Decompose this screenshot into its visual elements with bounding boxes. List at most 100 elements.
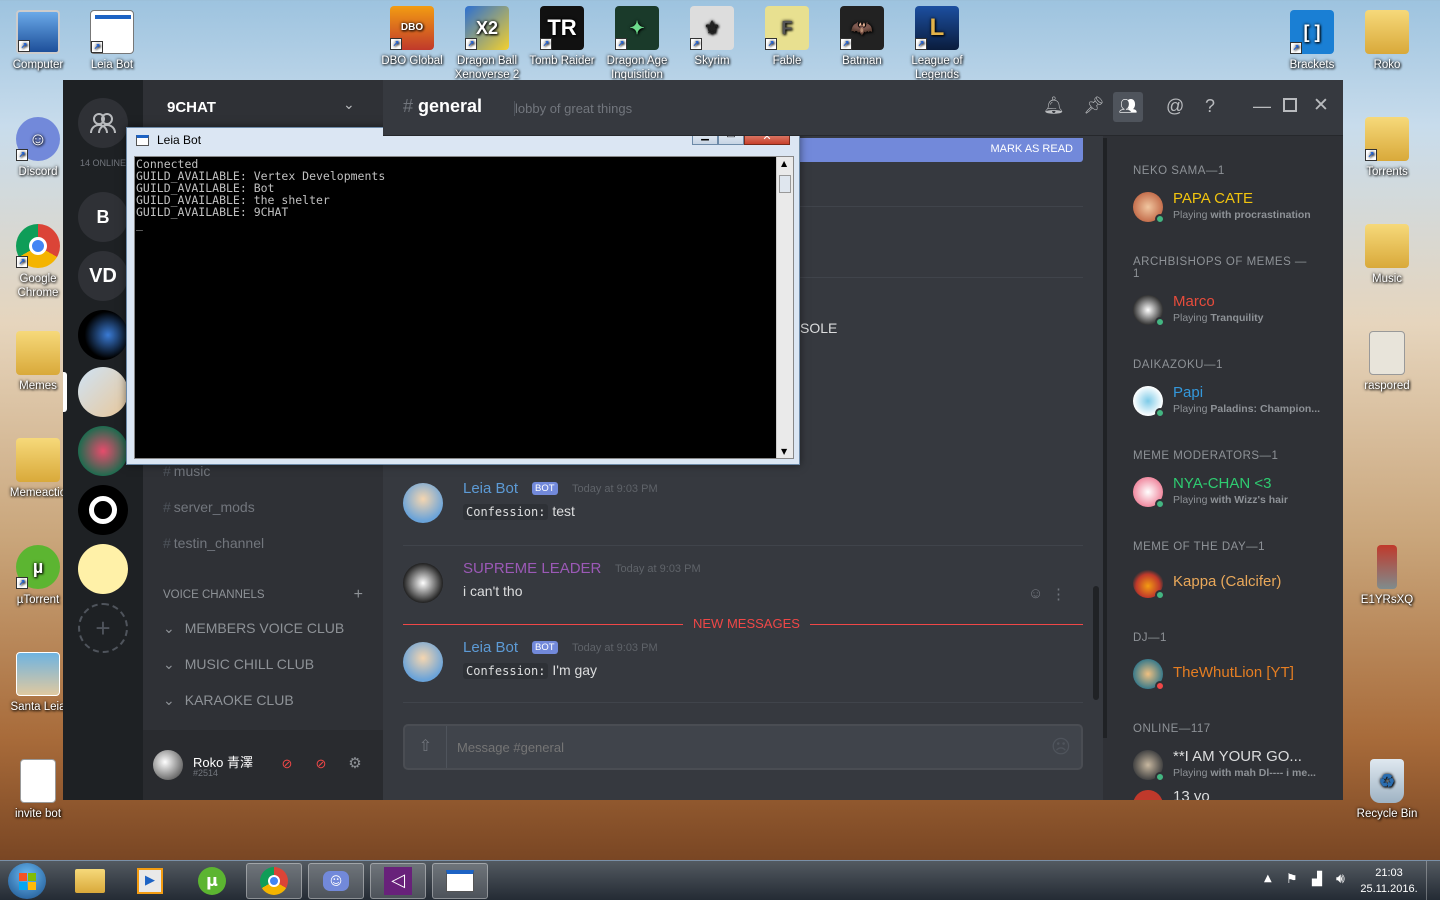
- taskbar-visual-studio[interactable]: ◁: [370, 863, 426, 899]
- desktop-icon-e1yrsxq[interactable]: E1YRsXQ: [1349, 545, 1425, 607]
- maximize-icon[interactable]: [1283, 98, 1297, 112]
- taskbar-discord[interactable]: ☺: [308, 863, 364, 899]
- volume-icon[interactable]: 🔊︎: [1336, 871, 1345, 887]
- guild-icon-heart[interactable]: [78, 426, 128, 476]
- desktop-icon-raspored[interactable]: raspored: [1349, 331, 1425, 393]
- guild-icon-cat[interactable]: [78, 544, 128, 594]
- member-row[interactable]: PAPA CATE Playing with procrastination: [1133, 188, 1333, 226]
- avatar[interactable]: [403, 483, 443, 523]
- desktop-icon-fable[interactable]: F ↗ Fable: [749, 6, 825, 68]
- console-scrollbar[interactable]: ▲ ▼: [776, 157, 793, 458]
- deafen-headphones-icon[interactable]: ⊘: [307, 750, 335, 778]
- desktop-icon-skyrim[interactable]: ⚜ ↗ Skyrim: [674, 6, 750, 68]
- guild-icon-anime[interactable]: [78, 367, 128, 417]
- desktop-icon-dbo-global[interactable]: DBO ↗ DBO Global: [374, 6, 450, 68]
- member-activity: Playing Paladins: Champion...: [1173, 403, 1321, 415]
- avatar[interactable]: [403, 642, 443, 682]
- add-channel-icon[interactable]: +: [354, 586, 363, 604]
- channel-server-mods[interactable]: # server_mods: [163, 499, 255, 515]
- message-author[interactable]: SUPREME LEADER: [463, 560, 601, 577]
- pin-icon[interactable]: 📌︎: [1083, 96, 1105, 116]
- upload-button[interactable]: ⇧: [405, 726, 447, 768]
- voice-channel-members[interactable]: ⌄ MEMBERS VOICE CLUB: [163, 620, 344, 637]
- desktop-icon-recycle-bin[interactable]: ♻ Recycle Bin: [1349, 759, 1425, 821]
- add-reaction-icon[interactable]: ☺: [1028, 585, 1043, 602]
- member-list-scrollbar[interactable]: [1103, 138, 1107, 738]
- desktop-icon-tomb-raider[interactable]: TR ↗ Tomb Raider: [524, 6, 600, 68]
- taskbar-explorer[interactable]: [62, 863, 118, 899]
- show-hidden-icons-arrow-icon[interactable]: ▲: [1264, 873, 1272, 884]
- member-row[interactable]: NYA-CHAN <3 Playing with Wizz's hair: [1133, 473, 1333, 511]
- desktop-icon-dragon-ball[interactable]: X2 ↗ Dragon Ball Xenoverse 2: [449, 6, 525, 80]
- voice-channel-karaoke[interactable]: ⌄ KARAOKE CLUB: [163, 692, 294, 709]
- inline-code: Confession:: [463, 504, 549, 520]
- console-window: Leia Bot ▁ ▭ ✕ Connected GUILD_AVAILABLE…: [126, 127, 800, 465]
- console-app-icon: [136, 135, 149, 146]
- recycle-bin-icon: ♻: [1370, 759, 1404, 803]
- taskbar-media-player[interactable]: ▶: [122, 863, 178, 899]
- scrollbar-thumb[interactable]: [779, 175, 791, 193]
- emoji-icon[interactable]: ☹: [1051, 736, 1071, 759]
- member-group-header: ONLINE—117: [1133, 723, 1211, 735]
- member-row[interactable]: Kappa (Calcifer): [1133, 564, 1333, 602]
- show-desktop-button[interactable]: [1426, 861, 1440, 900]
- desktop-icon-brackets[interactable]: [ ] ↗ Brackets: [1274, 10, 1350, 72]
- channel-testin-channel[interactable]: # testin_channel: [163, 535, 264, 551]
- console-output[interactable]: Connected GUILD_AVAILABLE: Vertex Develo…: [134, 156, 794, 459]
- help-icon[interactable]: ?: [1205, 96, 1215, 117]
- desktop-icon-league-of-legends[interactable]: L ↗ League of Legends: [899, 6, 975, 80]
- taskbar-utorrent[interactable]: µ: [184, 863, 240, 899]
- channel-music[interactable]: # music: [163, 463, 210, 479]
- chat-scrollbar[interactable]: [1093, 586, 1099, 700]
- voice-channels-header[interactable]: VOICE CHANNELS +: [163, 586, 363, 604]
- friends-button[interactable]: [78, 98, 128, 148]
- member-list-icon[interactable]: 👥︎: [1113, 92, 1143, 122]
- guild-icon-dark[interactable]: [78, 310, 128, 360]
- desktop-icon-label: Memeactio: [9, 487, 67, 499]
- guild-9chat[interactable]: [78, 485, 128, 535]
- member-row[interactable]: Papi Playing Paladins: Champion...: [1133, 382, 1333, 420]
- avatar[interactable]: [153, 750, 183, 780]
- member-row[interactable]: Marco Playing Tranquility: [1133, 291, 1333, 329]
- guild-b[interactable]: B: [78, 192, 128, 242]
- bell-icon[interactable]: 🔔︎: [1043, 96, 1065, 116]
- dnd-status-dot: [1155, 681, 1165, 691]
- member-row[interactable]: 13 yo: [1133, 786, 1333, 800]
- desktop-icon-music[interactable]: Music: [1349, 224, 1425, 286]
- settings-gear-icon[interactable]: ⚙: [341, 750, 369, 778]
- message-author[interactable]: Leia Bot: [463, 639, 518, 656]
- voice-header-label: VOICE CHANNELS: [163, 589, 265, 601]
- action-center-flag-icon[interactable]: ⚑: [1286, 872, 1298, 887]
- member-row[interactable]: TheWhutLion [YT]: [1133, 655, 1333, 693]
- minimize-icon[interactable]: —: [1253, 96, 1271, 117]
- add-server-button[interactable]: +: [78, 603, 128, 653]
- close-icon[interactable]: ✕: [1313, 94, 1329, 117]
- taskbar-chrome[interactable]: [246, 863, 302, 899]
- desktop-icon-batman[interactable]: 🦇 ↗ Batman: [824, 6, 900, 68]
- member-row[interactable]: **I AM YOUR GO... Playing with mah Dl---…: [1133, 746, 1333, 784]
- voice-channel-music[interactable]: ⌄ MUSIC CHILL CLUB: [163, 656, 314, 673]
- message-author[interactable]: Leia Bot: [463, 480, 518, 497]
- system-tray: ▲ ⚑ ▟ 🔊︎ 21:03 25.11.2016.: [1260, 861, 1440, 900]
- desktop-icon-dragon-age[interactable]: ✦ ↗ Dragon Age Inquisition: [599, 6, 675, 80]
- desktop-icon-computer[interactable]: ↗ Computer: [0, 10, 76, 72]
- taskbar-console[interactable]: [432, 863, 488, 899]
- message-input[interactable]: [457, 736, 1037, 758]
- start-button[interactable]: [8, 863, 46, 899]
- discord-icon: ☺: [323, 871, 349, 891]
- channel-topic: lobby of great things: [514, 101, 633, 116]
- avatar[interactable]: [403, 563, 443, 603]
- scroll-up-arrow-icon[interactable]: ▲: [781, 159, 787, 168]
- clock[interactable]: 21:03 25.11.2016.: [1356, 865, 1422, 897]
- image-file-icon: [1369, 331, 1405, 375]
- mute-microphone-icon[interactable]: ⊘: [273, 750, 301, 778]
- network-signal-icon[interactable]: ▟: [1312, 872, 1322, 887]
- guild-vd[interactable]: VD: [78, 251, 128, 301]
- mark-as-read-button[interactable]: MARK AS READ: [990, 143, 1073, 155]
- desktop-icon-torrents[interactable]: ↗ Torrents: [1349, 117, 1425, 179]
- desktop-icon-roko[interactable]: Roko: [1349, 10, 1425, 72]
- desktop-icon-leia-bot[interactable]: ↗ Leia Bot: [74, 10, 150, 72]
- more-options-icon[interactable]: ⋮: [1051, 585, 1066, 603]
- mentions-icon[interactable]: @: [1166, 96, 1184, 117]
- scroll-down-arrow-icon[interactable]: ▼: [781, 447, 787, 456]
